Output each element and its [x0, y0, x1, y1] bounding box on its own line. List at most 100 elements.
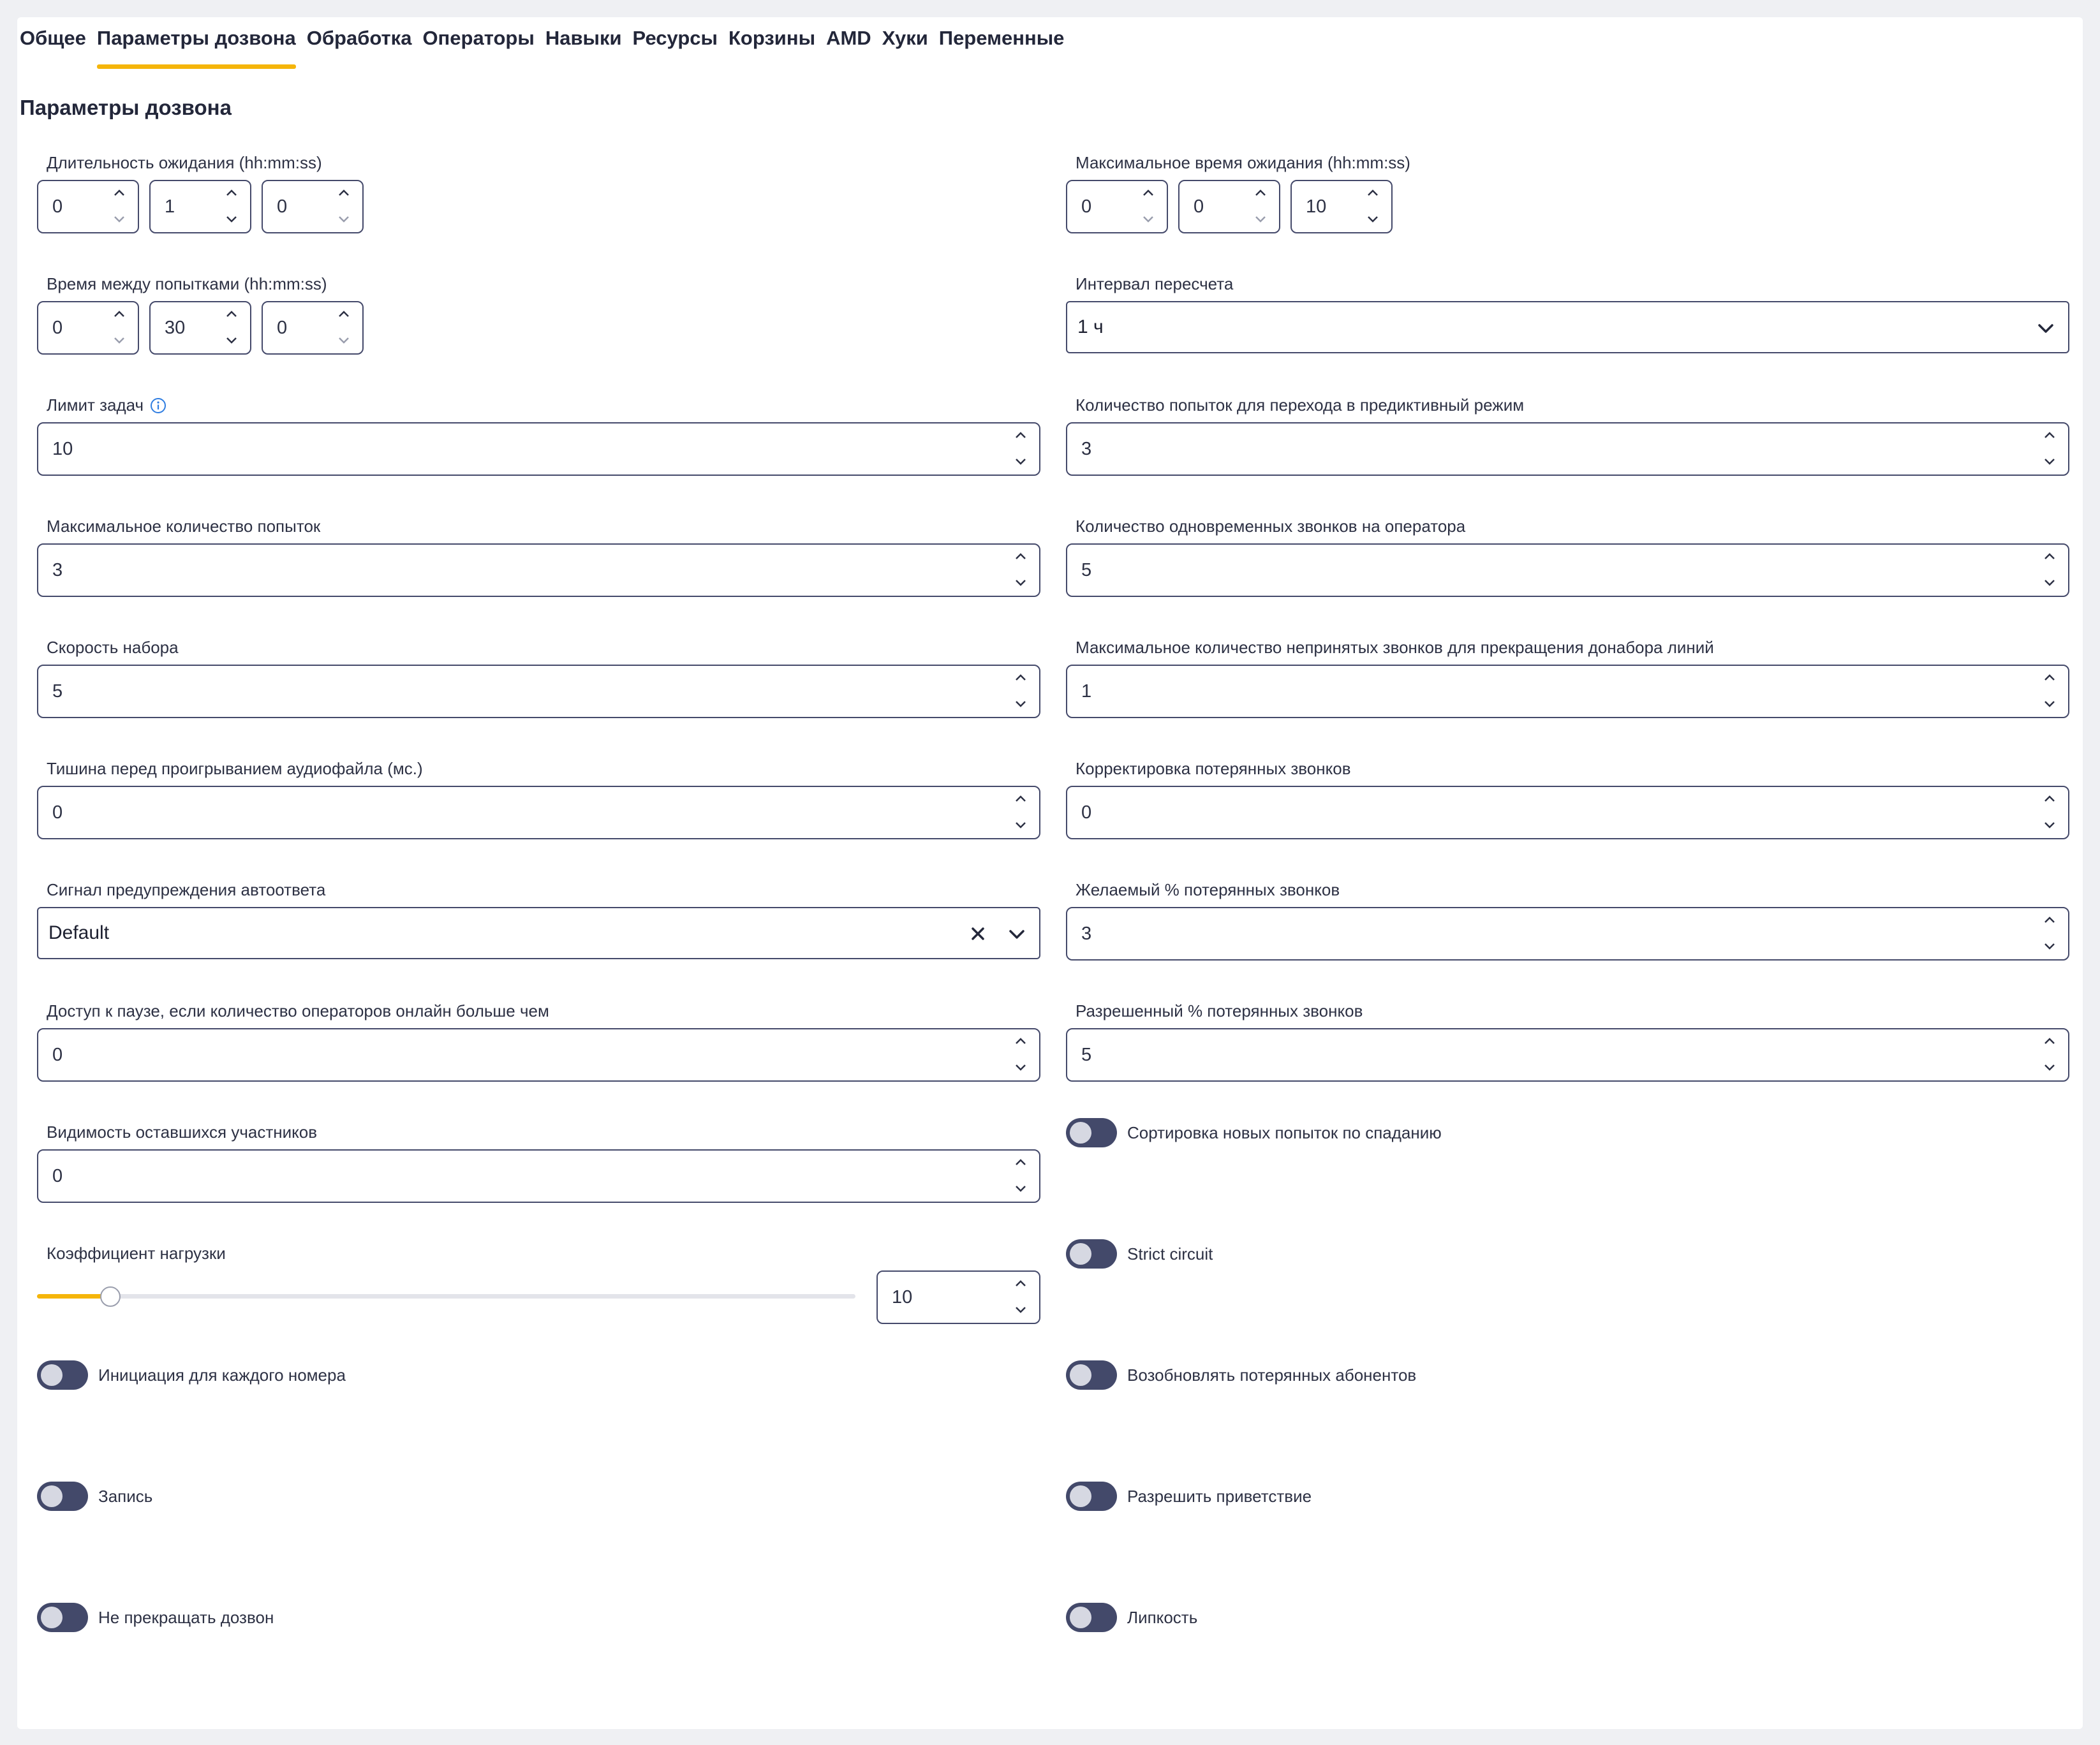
- spinner-icon[interactable]: [1011, 429, 1030, 469]
- wait-minutes-input[interactable]: 1: [149, 180, 251, 233]
- spinner-icon[interactable]: [1011, 1034, 1030, 1075]
- remaining-visibility-input[interactable]: 0: [37, 1149, 1040, 1203]
- spinner-icon[interactable]: [2040, 1034, 2059, 1075]
- retry-seconds-input[interactable]: 0: [262, 301, 364, 355]
- toggle-switch[interactable]: [1066, 1482, 1117, 1511]
- load-factor-label: Коэффициент нагрузки: [47, 1244, 226, 1263]
- toggle-init-each[interactable]: Инициация для каждого номера: [37, 1360, 346, 1390]
- silence-input[interactable]: 0: [37, 786, 1040, 839]
- spinner-icon[interactable]: [1011, 792, 1030, 833]
- tab-variables[interactable]: Переменные: [939, 23, 1065, 69]
- toggle-no-stop[interactable]: Не прекращать дозвон: [37, 1603, 274, 1632]
- tab-amd[interactable]: AMD: [826, 23, 871, 69]
- spinner-icon[interactable]: [1011, 1277, 1030, 1318]
- retry-hours-input[interactable]: 0: [37, 301, 139, 355]
- spinner-icon[interactable]: [222, 186, 241, 227]
- wait-duration-inputs: 0 1 0: [37, 180, 364, 233]
- retry-interval-inputs: 0 30 0: [37, 301, 364, 355]
- toggle-resume-lost[interactable]: Возобновлять потерянных абонентов: [1066, 1360, 1416, 1390]
- max-wait-seconds-input[interactable]: 10: [1290, 180, 1393, 233]
- tab-baskets[interactable]: Корзины: [728, 23, 815, 69]
- spinner-icon[interactable]: [2040, 792, 2059, 833]
- retry-hours-value: 0: [52, 318, 63, 338]
- task-limit-label-text: Лимит задач: [47, 395, 144, 415]
- wait-hours-input[interactable]: 0: [37, 180, 139, 233]
- toggle-switch[interactable]: [37, 1603, 88, 1632]
- toggle-switch[interactable]: [37, 1482, 88, 1511]
- silence-value: 0: [52, 802, 63, 823]
- spinner-icon[interactable]: [1139, 186, 1158, 227]
- max-wait-hours-input[interactable]: 0: [1066, 180, 1168, 233]
- toggle-record[interactable]: Запись: [37, 1482, 152, 1511]
- spinner-icon[interactable]: [1011, 1156, 1030, 1196]
- max-attempts-value: 3: [52, 560, 63, 580]
- desired-lost-input[interactable]: 3: [1066, 907, 2069, 961]
- spinner-icon[interactable]: [1011, 550, 1030, 591]
- lost-correction-label: Корректировка потерянных звонков: [1076, 759, 1351, 778]
- spinner-icon[interactable]: [334, 186, 353, 227]
- max-wait-label: Максимальное время ожидания (hh:mm:ss): [1076, 153, 1410, 172]
- spinner-icon[interactable]: [334, 307, 353, 348]
- settings-card: [17, 17, 2083, 1729]
- tab-skills[interactable]: Навыки: [545, 23, 622, 69]
- spinner-icon[interactable]: [2040, 671, 2059, 712]
- autoanswer-signal-select[interactable]: Default: [37, 907, 1040, 959]
- spinner-icon[interactable]: [110, 307, 129, 348]
- spinner-icon[interactable]: [2040, 550, 2059, 591]
- max-wait-minutes-input[interactable]: 0: [1178, 180, 1280, 233]
- toggle-strict-circuit[interactable]: Strict circuit: [1066, 1239, 1213, 1269]
- close-icon[interactable]: [968, 924, 988, 944]
- toggle-no-stop-label: Не прекращать дозвон: [98, 1607, 274, 1627]
- spinner-icon[interactable]: [2040, 913, 2059, 954]
- toggle-sort-desc[interactable]: Сортировка новых попыток по спаданию: [1066, 1118, 1442, 1147]
- toggle-allow-greeting[interactable]: Разрешить приветствие: [1066, 1482, 1312, 1511]
- concurrent-calls-input[interactable]: 5: [1066, 543, 2069, 597]
- task-limit-input[interactable]: 10: [37, 422, 1040, 476]
- concurrent-calls-label: Количество одновременных звонков на опер…: [1076, 517, 1466, 536]
- section-title: Параметры дозвона: [20, 96, 232, 119]
- toggle-sort-desc-label: Сортировка новых попыток по спаданию: [1127, 1123, 1442, 1142]
- info-icon[interactable]: [150, 397, 166, 414]
- toggle-switch[interactable]: [1066, 1239, 1117, 1269]
- dial-speed-input[interactable]: 5: [37, 665, 1040, 718]
- recalc-interval-value: 1 ч: [1077, 316, 1104, 337]
- tab-operators[interactable]: Операторы: [422, 23, 534, 69]
- spinner-icon[interactable]: [1011, 671, 1030, 712]
- tab-hooks[interactable]: Хуки: [882, 23, 928, 69]
- max-unanswered-input[interactable]: 1: [1066, 665, 2069, 718]
- slider-handle[interactable]: [100, 1286, 121, 1307]
- tab-dial-params[interactable]: Параметры дозвона: [96, 23, 296, 69]
- tab-processing[interactable]: Обработка: [307, 23, 412, 69]
- load-factor-input[interactable]: 10: [876, 1270, 1040, 1324]
- chevron-down-icon[interactable]: [2035, 318, 2057, 339]
- chevron-down-icon[interactable]: [1006, 924, 1028, 945]
- wait-seconds-input[interactable]: 0: [262, 180, 364, 233]
- lost-correction-input[interactable]: 0: [1066, 786, 2069, 839]
- max-wait-hours-value: 0: [1081, 196, 1092, 217]
- spinner-icon[interactable]: [2040, 429, 2059, 469]
- load-factor-value: 10: [892, 1287, 913, 1307]
- toggle-stickiness[interactable]: Липкость: [1066, 1603, 1197, 1632]
- task-limit-value: 10: [52, 439, 73, 459]
- tab-resources[interactable]: Ресурсы: [633, 23, 718, 69]
- spinner-icon[interactable]: [1363, 186, 1382, 227]
- pause-access-input[interactable]: 0: [37, 1028, 1040, 1082]
- max-attempts-input[interactable]: 3: [37, 543, 1040, 597]
- spinner-icon[interactable]: [1251, 186, 1270, 227]
- allowed-lost-input[interactable]: 5: [1066, 1028, 2069, 1082]
- spinner-icon[interactable]: [110, 186, 129, 227]
- max-attempts-label: Максимальное количество попыток: [47, 517, 321, 536]
- retry-minutes-value: 30: [165, 318, 186, 338]
- spinner-icon[interactable]: [222, 307, 241, 348]
- predictive-attempts-input[interactable]: 3: [1066, 422, 2069, 476]
- toggle-switch[interactable]: [37, 1360, 88, 1390]
- toggle-switch[interactable]: [1066, 1603, 1117, 1632]
- tab-general[interactable]: Общее: [20, 23, 86, 69]
- toggle-switch[interactable]: [1066, 1118, 1117, 1147]
- recalc-interval-select[interactable]: 1 ч: [1066, 301, 2069, 353]
- toggle-switch[interactable]: [1066, 1360, 1117, 1390]
- pause-access-value: 0: [52, 1045, 63, 1065]
- max-wait-seconds-value: 10: [1306, 196, 1327, 217]
- retry-minutes-input[interactable]: 30: [149, 301, 251, 355]
- remaining-visibility-label: Видимость оставшихся участников: [47, 1123, 318, 1142]
